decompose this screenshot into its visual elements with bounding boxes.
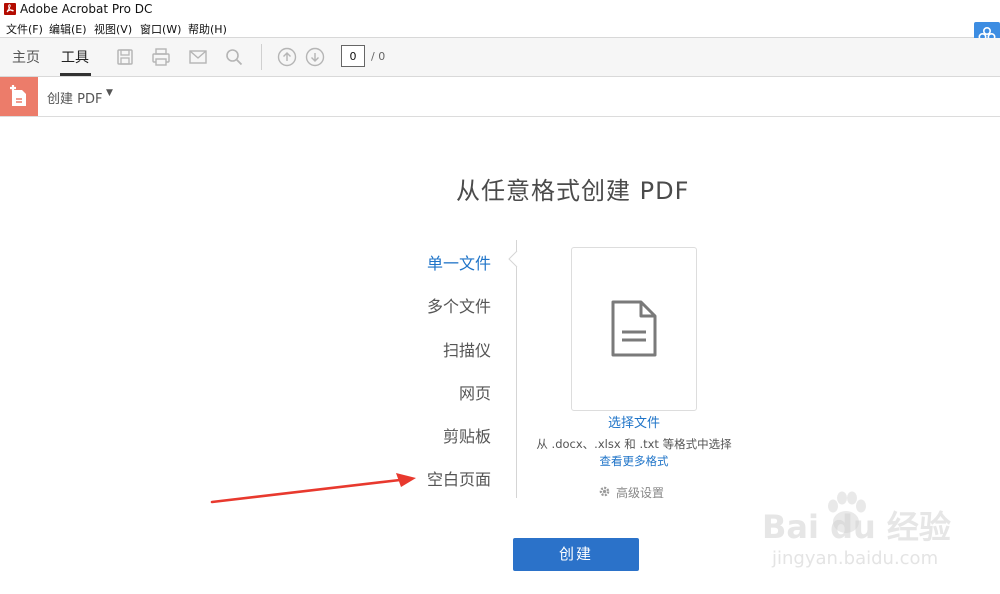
- option-blank-page[interactable]: 空白页面: [427, 466, 491, 490]
- toolbar-divider: [261, 44, 262, 70]
- formats-hint: 从 .docx、.xlsx 和 .txt 等格式中选择: [536, 437, 732, 451]
- option-single-file[interactable]: 单一文件: [427, 250, 491, 274]
- create-button[interactable]: 创建: [513, 538, 639, 571]
- page-up-icon[interactable]: [276, 46, 298, 68]
- page-down-icon[interactable]: [304, 46, 326, 68]
- gear-icon[interactable]: [598, 485, 611, 498]
- document-icon: [609, 299, 659, 359]
- choose-file-link[interactable]: 选择文件: [571, 412, 697, 431]
- tab-tools[interactable]: 工具: [61, 47, 89, 67]
- page-number-input[interactable]: 0: [341, 45, 365, 67]
- print-icon[interactable]: [150, 46, 172, 68]
- more-formats-link[interactable]: 查看更多格式: [571, 453, 697, 469]
- create-pdf-dropdown[interactable]: 创建 PDF: [47, 88, 102, 107]
- option-web-page[interactable]: 网页: [459, 380, 491, 404]
- menu-view[interactable]: 视图(V): [94, 21, 132, 37]
- acrobat-logo-icon: [4, 3, 16, 15]
- menu-edit[interactable]: 编辑(E): [49, 21, 87, 37]
- page-total: / 0: [371, 50, 386, 63]
- watermark-text: Bai du 经验: [762, 508, 951, 546]
- title-bar: Adobe Acrobat Pro DC: [0, 0, 1000, 19]
- active-tab-indicator: [60, 73, 91, 76]
- menu-file[interactable]: 文件(F): [6, 21, 43, 37]
- annotation-arrow-icon: [210, 473, 416, 504]
- search-icon[interactable]: [223, 46, 245, 68]
- menu-window[interactable]: 窗口(W): [140, 21, 181, 37]
- watermark-url: jingyan.baidu.com: [772, 548, 939, 569]
- save-icon[interactable]: [114, 46, 136, 68]
- page-title: 从任意格式创建 PDF: [456, 177, 690, 205]
- selection-pointer: [508, 251, 518, 267]
- option-scanner[interactable]: 扫描仪: [443, 337, 491, 361]
- option-clipboard[interactable]: 剪贴板: [443, 423, 491, 447]
- create-pdf-tool-icon: [0, 77, 38, 116]
- create-pdf-bar: 创建 PDF ▼: [0, 77, 1000, 117]
- advanced-settings-link[interactable]: 高级设置: [616, 484, 664, 501]
- menu-bar: 文件(F) 编辑(E) 视图(V) 窗口(W) 帮助(H): [0, 19, 1000, 38]
- window-title: Adobe Acrobat Pro DC: [20, 2, 153, 16]
- options-divider: [516, 240, 517, 498]
- menu-help[interactable]: 帮助(H): [188, 21, 227, 37]
- option-multiple-files[interactable]: 多个文件: [427, 293, 491, 317]
- mail-icon[interactable]: [187, 46, 209, 68]
- main-toolbar: 主页 工具 0 / 0: [0, 38, 1000, 77]
- chevron-down-icon[interactable]: ▼: [106, 88, 113, 98]
- tab-home[interactable]: 主页: [12, 47, 40, 67]
